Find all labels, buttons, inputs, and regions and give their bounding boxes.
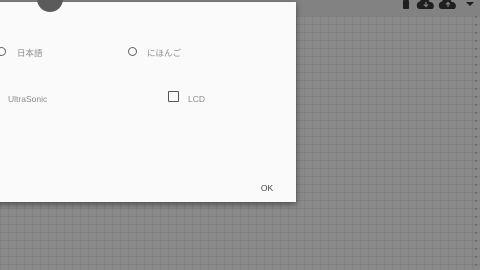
cloud-upload-icon[interactable] (437, 0, 459, 9)
lang-japanese-radio[interactable] (0, 47, 6, 56)
lang-hiragana-radio[interactable] (128, 47, 137, 56)
dialog-avatar-icon (37, 0, 63, 12)
workspace-ruler (468, 16, 480, 270)
lcd-checkbox[interactable] (168, 91, 179, 102)
dropdown-arrow-icon[interactable] (464, 0, 476, 8)
lcd-label: LCD (188, 94, 206, 104)
cloud-download-icon[interactable] (415, 0, 437, 9)
settings-dialog: 日本語 にほんご UltraSonic LCD OK (0, 0, 296, 202)
lang-hiragana-label: にほんご (147, 48, 182, 58)
lang-japanese-label: 日本語 (17, 48, 43, 58)
ok-button[interactable]: OK (255, 180, 279, 196)
ultrasonic-label: UltraSonic (8, 94, 48, 104)
phone-icon[interactable] (401, 0, 411, 9)
